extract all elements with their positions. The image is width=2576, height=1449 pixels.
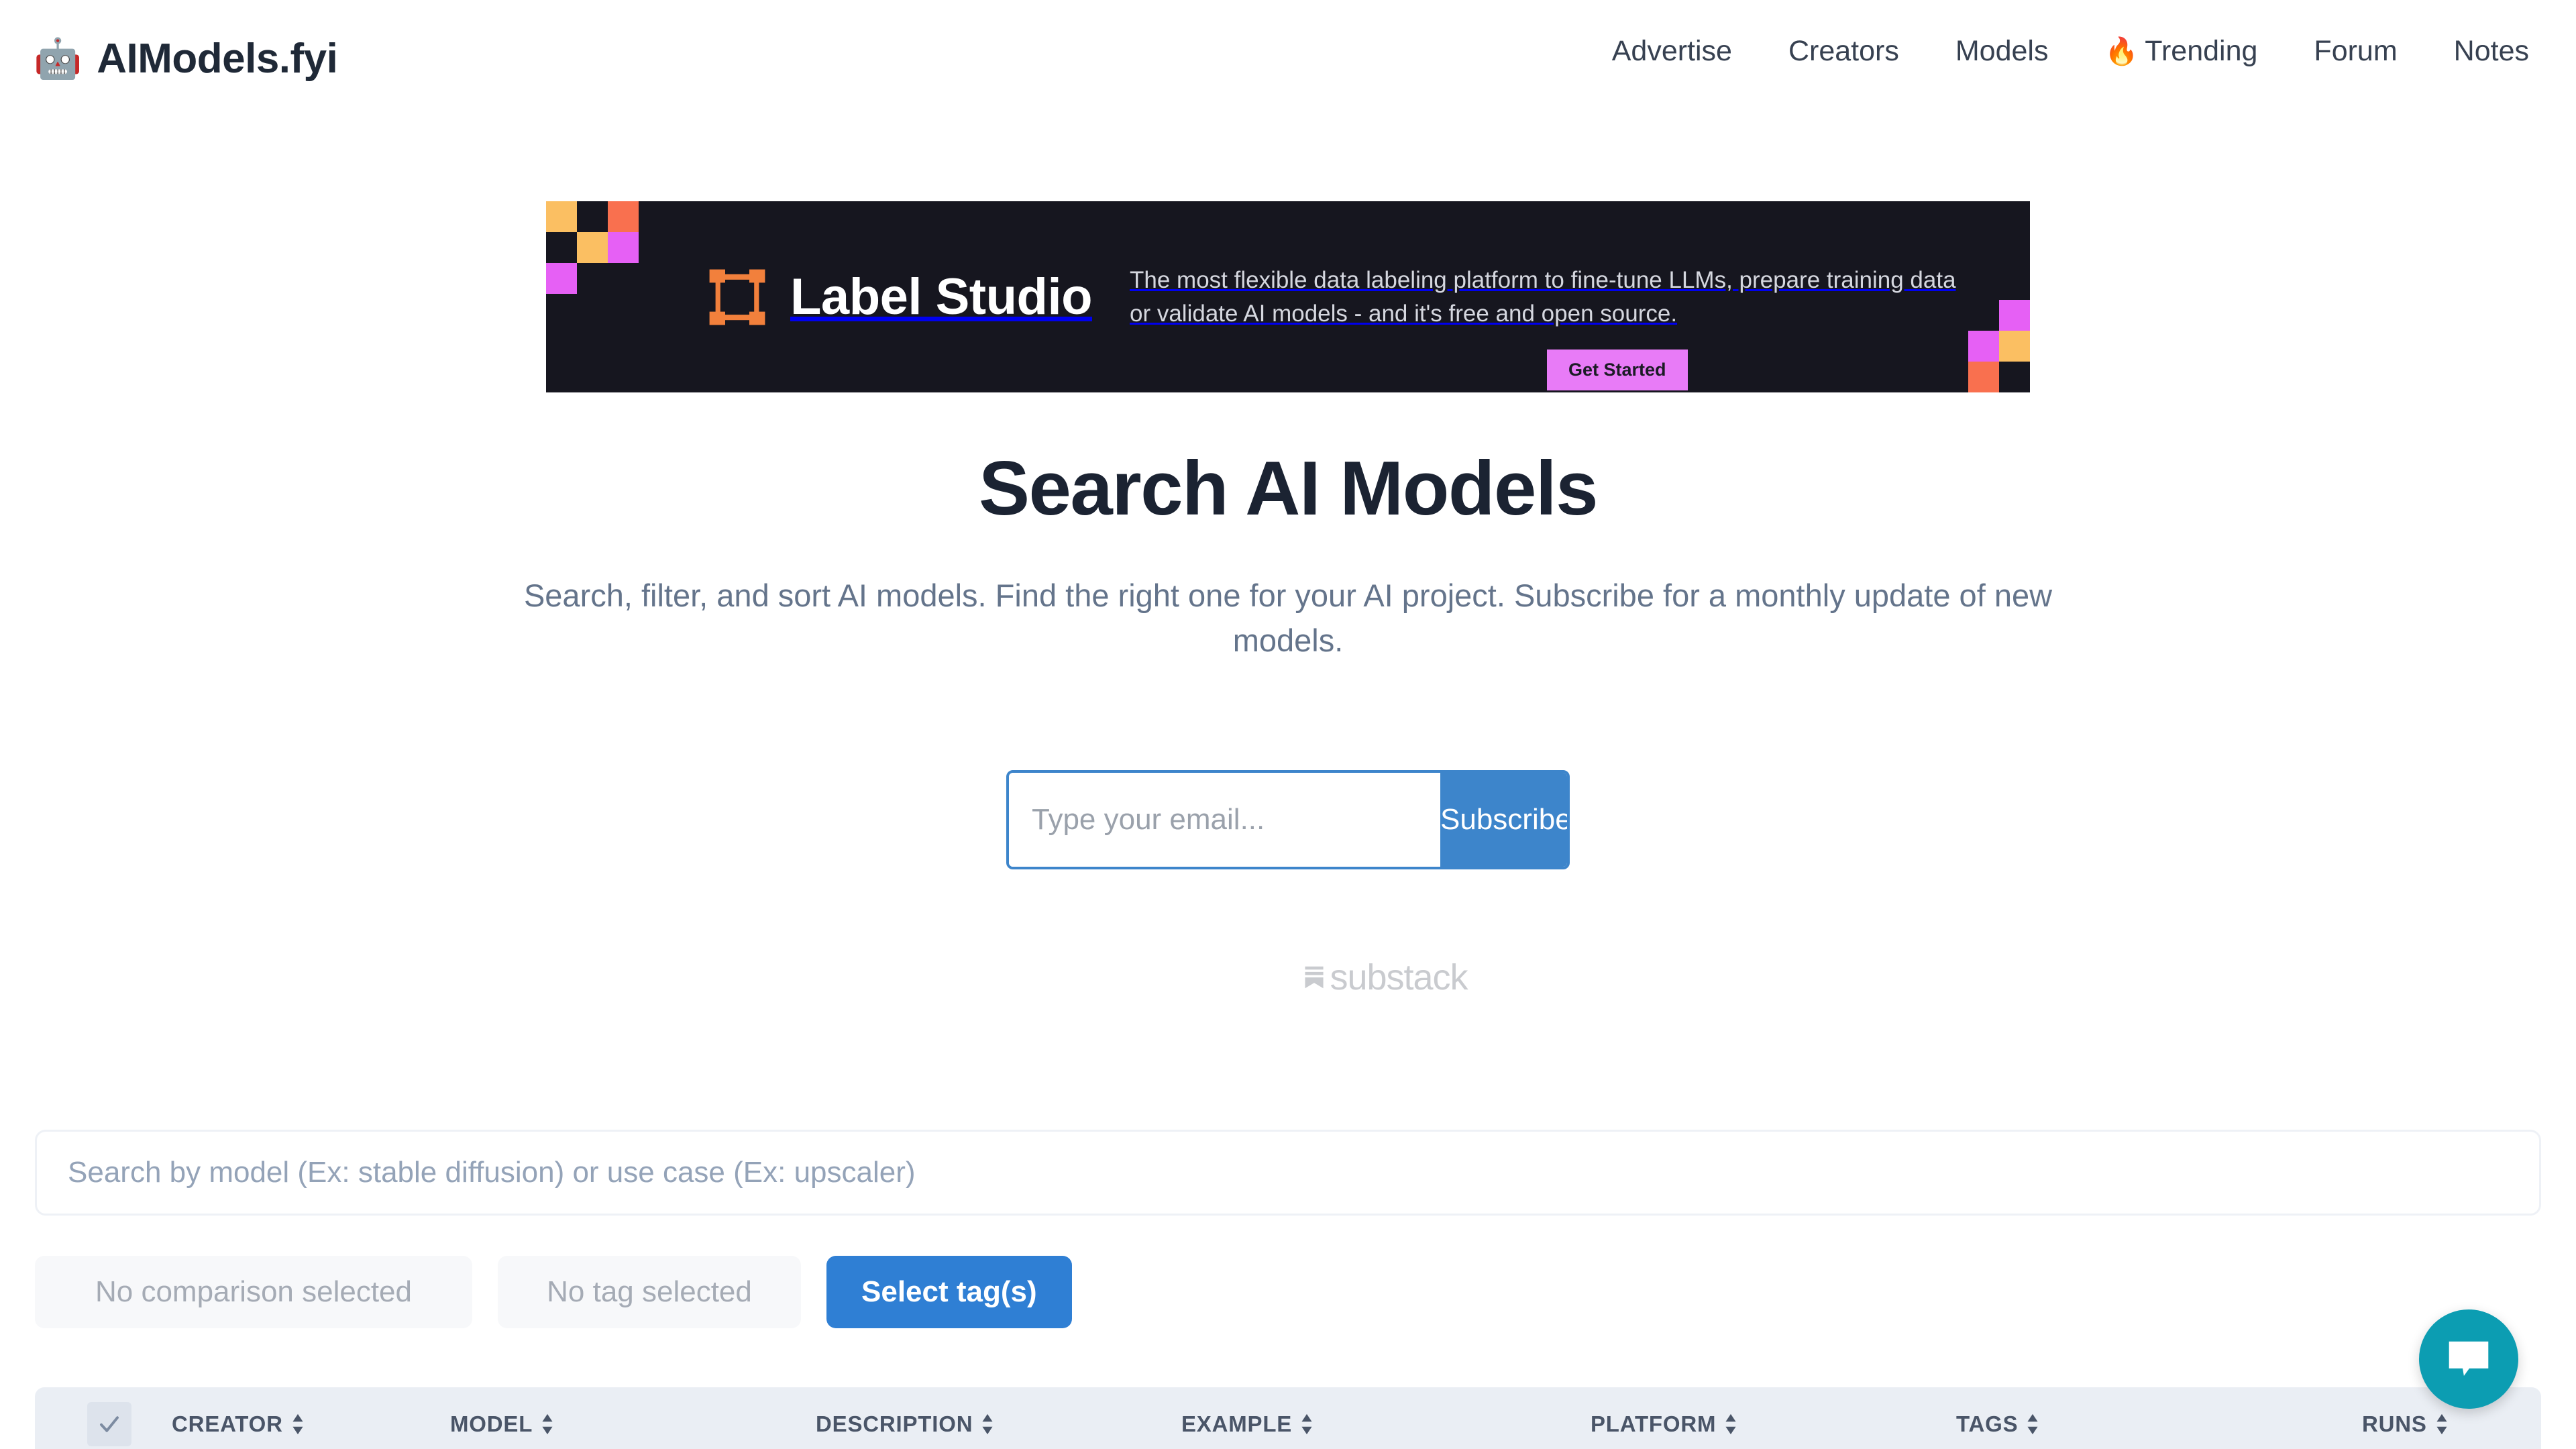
substack-attribution: substack [1303, 957, 1467, 998]
robot-icon: 🤖 [34, 40, 82, 78]
checker-pattern-top-left [546, 201, 639, 294]
label-studio-wordmark: Label Studio [790, 268, 1092, 326]
comparison-select[interactable]: No comparison selected [35, 1256, 472, 1328]
chat-bubble-icon [2444, 1334, 2493, 1384]
column-label-description: DESCRIPTION [816, 1411, 973, 1437]
ad-copy-block: The most flexible data labeling platform… [1130, 264, 2030, 330]
label-studio-logo: Label Studio [707, 267, 1092, 327]
column-label-platform: PLATFORM [1591, 1411, 1716, 1437]
filter-row: No comparison selected No tag selected S… [35, 1256, 2541, 1328]
nav-label-notes: Notes [2454, 35, 2529, 68]
bounding-box-icon [707, 267, 767, 327]
column-header-description[interactable]: DESCRIPTION [816, 1411, 1181, 1437]
search-input[interactable] [35, 1130, 2541, 1216]
subscribe-button[interactable]: Subscribe [1440, 773, 1570, 867]
nav-item-notes[interactable]: Notes [2454, 35, 2529, 68]
column-label-creator: CREATOR [172, 1411, 283, 1437]
advertisement-container: Label Studio The most flexible data labe… [0, 201, 2576, 392]
column-label-example: EXAMPLE [1181, 1411, 1292, 1437]
label-studio-ad-banner[interactable]: Label Studio The most flexible data labe… [546, 201, 2030, 392]
nav-item-trending[interactable]: 🔥 Trending [2104, 35, 2257, 68]
nav-label-models: Models [1955, 35, 2049, 68]
sort-arrows-icon [2026, 1413, 2039, 1436]
checkmark-icon [97, 1412, 121, 1436]
nav-label-forum: Forum [2314, 35, 2397, 68]
hero-section: Search AI Models Search, filter, and sor… [0, 445, 2576, 663]
column-label-tags: TAGS [1956, 1411, 2018, 1437]
brand-title: AIModels.fyi [97, 35, 337, 83]
subscribe-form: Subscribe [1006, 770, 1570, 869]
models-table-header: CREATOR MODEL DESCRIPTION EXAMPLE PLATFO… [35, 1387, 2541, 1449]
site-header: 🤖 AIModels.fyi Advertise Creators Models… [0, 0, 2576, 141]
fire-icon: 🔥 [2104, 38, 2138, 65]
nav-item-forum[interactable]: Forum [2314, 35, 2397, 68]
sort-arrows-icon [291, 1413, 305, 1436]
column-label-model: MODEL [450, 1411, 533, 1437]
nav-label-creators: Creators [1788, 35, 1899, 68]
nav-item-advertise[interactable]: Advertise [1612, 35, 1732, 68]
newsletter-subscribe-section: Subscribe substack [0, 770, 2576, 998]
tag-select[interactable]: No tag selected [498, 1256, 801, 1328]
sort-arrows-icon [981, 1413, 994, 1436]
column-header-runs[interactable]: RUNS [2362, 1411, 2449, 1437]
sort-arrows-icon [1300, 1413, 1313, 1436]
ad-description: The most flexible data labeling platform… [1130, 264, 1963, 330]
main-navigation: Advertise Creators Models 🔥 Trending For… [1612, 35, 2536, 68]
column-header-creator[interactable]: CREATOR [172, 1411, 450, 1437]
substack-label: substack [1330, 957, 1467, 998]
column-header-tags[interactable]: TAGS [1956, 1411, 2362, 1437]
nav-item-models[interactable]: Models [1955, 35, 2049, 68]
email-input[interactable] [1009, 773, 1440, 867]
sort-arrows-icon [2435, 1413, 2449, 1436]
sort-arrows-icon [1724, 1413, 1737, 1436]
nav-label-trending: Trending [2145, 35, 2257, 68]
nav-item-creators[interactable]: Creators [1788, 35, 1899, 68]
substack-icon [1303, 965, 1326, 990]
sort-arrows-icon [541, 1413, 554, 1436]
column-label-runs: RUNS [2362, 1411, 2427, 1437]
column-header-model[interactable]: MODEL [450, 1411, 816, 1437]
page-title: Search AI Models [0, 445, 2576, 533]
select-all-checkbox[interactable] [87, 1402, 131, 1446]
get-started-button[interactable]: Get Started [1547, 350, 1688, 390]
column-header-example[interactable]: EXAMPLE [1181, 1411, 1591, 1437]
chat-widget-button[interactable] [2419, 1309, 2518, 1409]
page-subtitle: Search, filter, and sort AI models. Find… [510, 573, 2066, 663]
nav-label-advertise: Advertise [1612, 35, 1732, 68]
brand-logo[interactable]: 🤖 AIModels.fyi [34, 35, 337, 83]
column-header-platform[interactable]: PLATFORM [1591, 1411, 1956, 1437]
search-and-filters: No comparison selected No tag selected S… [0, 1130, 2576, 1328]
select-tags-button[interactable]: Select tag(s) [826, 1256, 1072, 1328]
